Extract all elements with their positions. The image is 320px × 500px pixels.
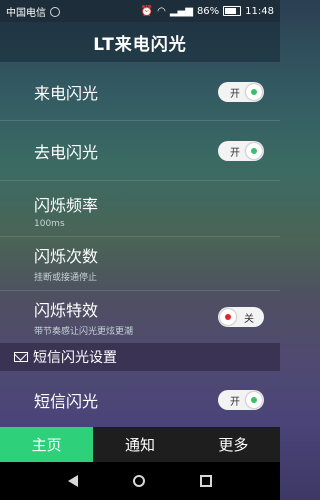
setting-label: 闪烁次数: [34, 247, 99, 266]
setting-flash-count[interactable]: 闪烁次数 挂断或接通停止: [0, 241, 280, 285]
wifi-icon: ◠: [157, 5, 166, 17]
setting-incoming-flash[interactable]: 来电闪光 开: [0, 72, 280, 112]
flash-effect-toggle[interactable]: 关: [218, 307, 264, 327]
carrier-name: 中国电信: [6, 7, 46, 19]
setting-value: 100ms: [34, 218, 65, 229]
clock: 11:48: [245, 5, 274, 17]
setting-label: 来电闪光: [34, 84, 99, 103]
setting-outgoing-flash[interactable]: 去电闪光 开: [0, 131, 280, 171]
divider: [0, 180, 280, 181]
app-title-bar: LT来电闪光: [0, 22, 280, 62]
setting-flash-effect[interactable]: 闪烁特效 带节奏感让闪光更炫更潮 关: [0, 295, 280, 339]
setting-sms-flash[interactable]: 短信闪光 开: [0, 380, 280, 420]
tab-home[interactable]: 主页: [0, 427, 94, 462]
divider: [0, 120, 280, 121]
incoming-flash-toggle[interactable]: 开: [218, 82, 264, 102]
status-icons: ⏰ ◠ ▂▄▆ 86% 11:48: [141, 6, 274, 17]
outgoing-flash-toggle[interactable]: 开: [218, 141, 264, 161]
sms-flash-toggle[interactable]: 开: [218, 390, 264, 410]
toggle-text: 开: [230, 148, 240, 159]
divider: [0, 236, 280, 237]
bottom-tab-bar: 主页 通知 更多: [0, 427, 280, 462]
setting-label: 去电闪光: [34, 143, 99, 162]
page-title: LT来电闪光: [93, 34, 187, 55]
toggle-knob: [246, 392, 262, 408]
signal-icon: ▂▄▆: [169, 5, 193, 17]
setting-label: 闪烁特效: [34, 301, 99, 320]
sync-icon: [50, 6, 60, 17]
recent-apps-icon[interactable]: [200, 475, 213, 487]
system-nav-bar: [0, 462, 280, 500]
status-bar: 中国电信 ⏰ ◠ ▂▄▆ 86% 11:48: [0, 0, 280, 22]
back-icon[interactable]: [67, 475, 78, 487]
alarm-icon: ⏰: [140, 5, 154, 17]
setting-description: 带节奏感让闪光更炫更潮: [34, 327, 134, 337]
setting-flash-frequency[interactable]: 闪烁频率 100ms: [0, 188, 280, 232]
toggle-knob: [246, 84, 262, 100]
setting-label: 短信闪光: [34, 392, 99, 411]
envelope-icon: [14, 352, 28, 362]
section-title: 短信闪光设置: [33, 350, 117, 366]
divider: [0, 290, 280, 291]
setting-label: 闪烁频率: [34, 195, 99, 215]
tab-more[interactable]: 更多: [187, 427, 280, 462]
carrier-label: 中国电信: [6, 4, 141, 19]
sms-section-header: 短信闪光设置: [0, 343, 280, 371]
home-icon[interactable]: [132, 475, 145, 487]
tab-notifications[interactable]: 通知: [93, 427, 186, 462]
battery-percent: 86%: [196, 5, 220, 17]
toggle-text: 关: [244, 314, 254, 325]
toggle-knob: [246, 143, 262, 159]
toggle-text: 开: [230, 397, 240, 408]
toggle-knob: [220, 309, 236, 325]
setting-description: 挂断或接通停止: [34, 273, 98, 283]
toggle-text: 开: [230, 89, 240, 100]
battery-icon: [223, 6, 242, 16]
